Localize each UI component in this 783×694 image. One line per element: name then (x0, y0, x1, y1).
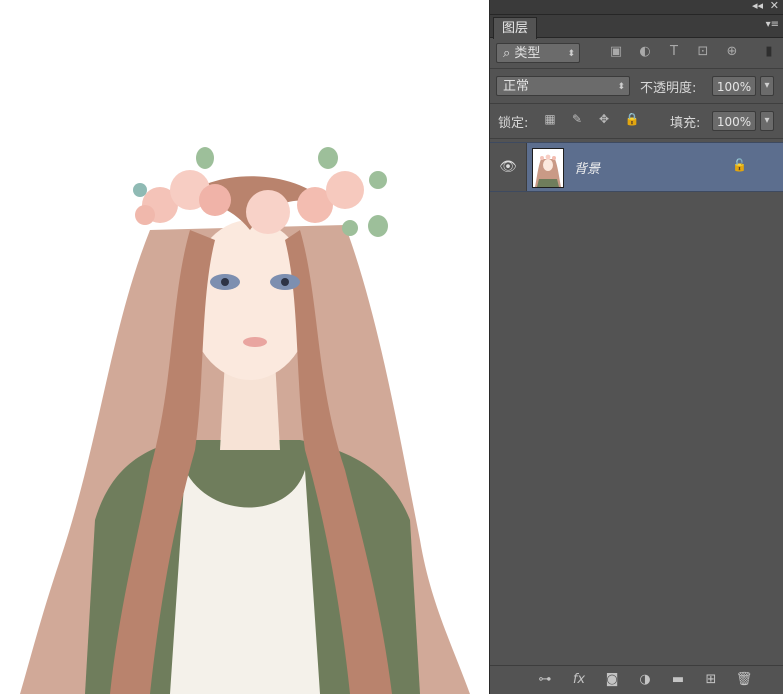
filter-row: ⌕ 类型 ⬍ ▣ ◐ T ⊡ ⊕ ▮ (490, 38, 783, 69)
adjustment-layer-icon[interactable]: ◑ (636, 672, 654, 688)
panel-titlebar: ◂◂ ✕ (490, 0, 783, 15)
link-layers-icon[interactable]: ⊶ (536, 672, 554, 688)
artwork-illustration (20, 147, 470, 694)
layers-footer: ⊶ fx ◙ ◑ ▬ ⊞ 🗑 (490, 665, 783, 694)
filter-toggle-icon[interactable]: ▮ (760, 43, 778, 61)
lock-image-pixels-icon[interactable]: ✎ (569, 111, 585, 127)
blend-row: 正常 ⬍ 不透明度: 100% ▾ (490, 69, 783, 104)
trash-icon[interactable]: 🗑 (735, 672, 753, 688)
tab-layers[interactable]: 图层 (493, 17, 538, 39)
layers-panel: ◂◂ ✕ 图层 ▾≡ ⌕ 类型 ⬍ ▣ ◐ T ⊡ ⊕ ▮ 正常 ⬍ 不透明度:… (490, 0, 783, 694)
add-mask-icon[interactable]: ◙ (603, 672, 621, 688)
new-layer-icon[interactable]: ⊞ (702, 672, 720, 688)
fill-field[interactable]: 100% (712, 111, 756, 131)
chevron-updown-icon: ⬍ (567, 49, 575, 59)
lock-all-icon[interactable]: 🔒 (624, 111, 640, 127)
lock-label: 锁定: (498, 116, 529, 131)
fx-icon[interactable]: fx (570, 672, 588, 688)
opacity-label: 不透明度: (640, 81, 697, 96)
lock-icon: 🔓 (732, 158, 747, 172)
blend-mode-value: 正常 (503, 79, 530, 94)
filter-kind-dropdown[interactable]: ⌕ 类型 ⬍ (496, 43, 580, 63)
adjustment-filter-icon[interactable]: ◐ (636, 43, 654, 61)
type-filter-icon[interactable]: T (665, 43, 683, 61)
panel-tabbar: 图层 ▾≡ (490, 15, 783, 39)
layer-row[interactable]: 👁 背景 🔓 (490, 142, 783, 192)
fill-stepper[interactable]: ▾ (760, 111, 774, 131)
layers-list: 👁 背景 🔓 (490, 140, 783, 665)
opacity-field[interactable]: 100% (712, 76, 756, 96)
lock-transparent-pixels-icon[interactable]: ▦ (542, 111, 558, 127)
lock-position-icon[interactable]: ✥ (596, 111, 612, 127)
filter-kind-label: 类型 (514, 46, 541, 61)
image-filter-icon[interactable]: ▣ (607, 43, 625, 61)
chevron-updown-icon: ⬍ (617, 82, 625, 92)
document-canvas[interactable] (0, 0, 490, 694)
fill-label: 填充: (670, 116, 701, 131)
new-group-icon[interactable]: ▬ (669, 672, 687, 688)
search-icon: ⌕ (503, 46, 511, 61)
layer-thumbnail (532, 148, 564, 188)
layer-name[interactable]: 背景 (574, 158, 600, 177)
smart-object-filter-icon[interactable]: ⊕ (723, 43, 741, 61)
opacity-stepper[interactable]: ▾ (760, 76, 774, 96)
collapse-icon[interactable]: ◂◂ (752, 0, 763, 14)
panel-menu-icon[interactable]: ▾≡ (766, 19, 779, 30)
lock-row: 锁定: ▦ ✎ ✥ 🔒 填充: 100% ▾ (490, 104, 783, 139)
blend-mode-dropdown[interactable]: 正常 ⬍ (496, 76, 630, 96)
eye-icon[interactable]: 👁 (490, 143, 527, 191)
shape-filter-icon[interactable]: ⊡ (694, 43, 712, 61)
close-icon[interactable]: ✕ (770, 0, 779, 14)
